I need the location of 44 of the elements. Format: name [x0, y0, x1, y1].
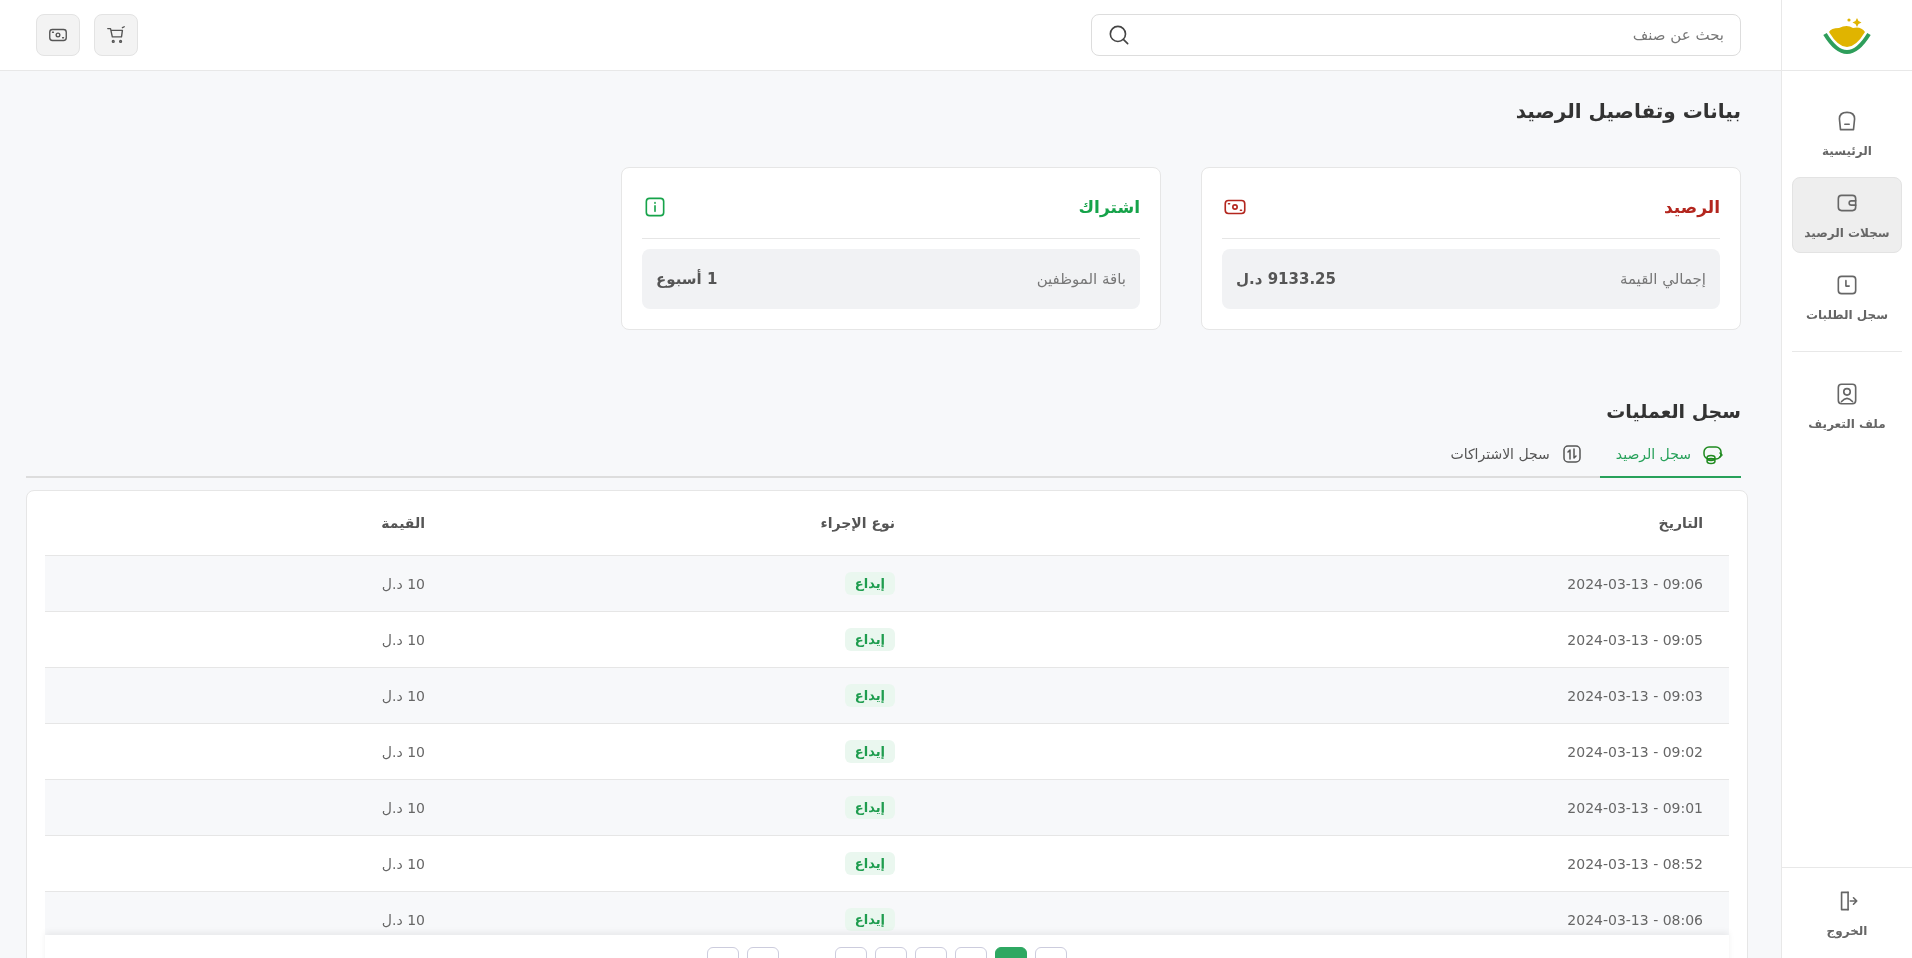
table-cell-text: 10 د.ل [380, 855, 425, 872]
section-title: سجل العمليات [1605, 400, 1741, 422]
card-label: إجمالي القيمة [1619, 270, 1706, 288]
table-cell-text: 09:06 - 2024-03-13 [1566, 575, 1703, 592]
status-badge: إيداع [844, 684, 895, 707]
status-badge: إيداع [844, 572, 895, 595]
table-cell-text: 08:06 - 2024-03-13 [1566, 911, 1703, 928]
status-badge: إيداع [844, 796, 895, 819]
table-cell-text: 09:03 - 2024-03-13 [1566, 687, 1703, 704]
table-cell-text: 10 د.ل [380, 575, 425, 592]
sidebar-item[interactable]: سجل الطلبات [1792, 259, 1902, 335]
table-cell-text: 10 د.ل [380, 687, 425, 704]
sidebar-item[interactable]: سجلات الرصيد [1792, 177, 1902, 253]
status-badge: إيداع [844, 740, 895, 763]
sidebar-item[interactable]: ملف التعريف [1792, 368, 1902, 444]
column-header: التاريخ [1657, 515, 1703, 531]
table-cell-text: 10 د.ل [380, 743, 425, 760]
tab[interactable]: سجل الرصيد [1599, 436, 1741, 478]
status-badge: إيداع [844, 852, 895, 875]
page-title: بيانات وتفاصيل الرصيد [1514, 99, 1741, 123]
card-value: 9133.25 د.ل [1236, 270, 1336, 288]
table-cell-text: 09:01 - 2024-03-13 [1566, 799, 1703, 816]
column-header: القيمة [380, 515, 425, 531]
card-title: الرصيد [1664, 197, 1720, 217]
card-title: اشتراك [1078, 197, 1140, 217]
wallet-button[interactable] [36, 14, 80, 56]
sidebar-item[interactable]: الرئيسية [1792, 95, 1902, 171]
column-header: نوع الإجراء [819, 515, 895, 531]
table-cell-text: 09:02 - 2024-03-13 [1566, 743, 1703, 760]
table-cell-text: 09:05 - 2024-03-13 [1566, 631, 1703, 648]
table-cell-text: 08:52 - 2024-03-13 [1566, 855, 1703, 872]
table-cell-text: 10 د.ل [380, 631, 425, 648]
cart-icon [105, 24, 127, 46]
card-label: باقة الموظفين [1036, 270, 1126, 288]
logout-button[interactable]: الخروج [1782, 867, 1912, 958]
status-badge: إيداع [844, 628, 895, 651]
table-cell-text: 10 د.ل [380, 799, 425, 816]
status-badge: إيداع [844, 908, 895, 931]
table-cell-text: 10 د.ل [380, 911, 425, 928]
search-input[interactable]: بحث عن صنف [1140, 25, 1726, 45]
tab[interactable]: سجل الاشتراكات [1434, 436, 1600, 478]
cart-button[interactable] [94, 14, 138, 56]
search-field[interactable]: بحث عن صنف [1091, 14, 1741, 56]
card-value: 1 أسبوع [656, 270, 718, 288]
